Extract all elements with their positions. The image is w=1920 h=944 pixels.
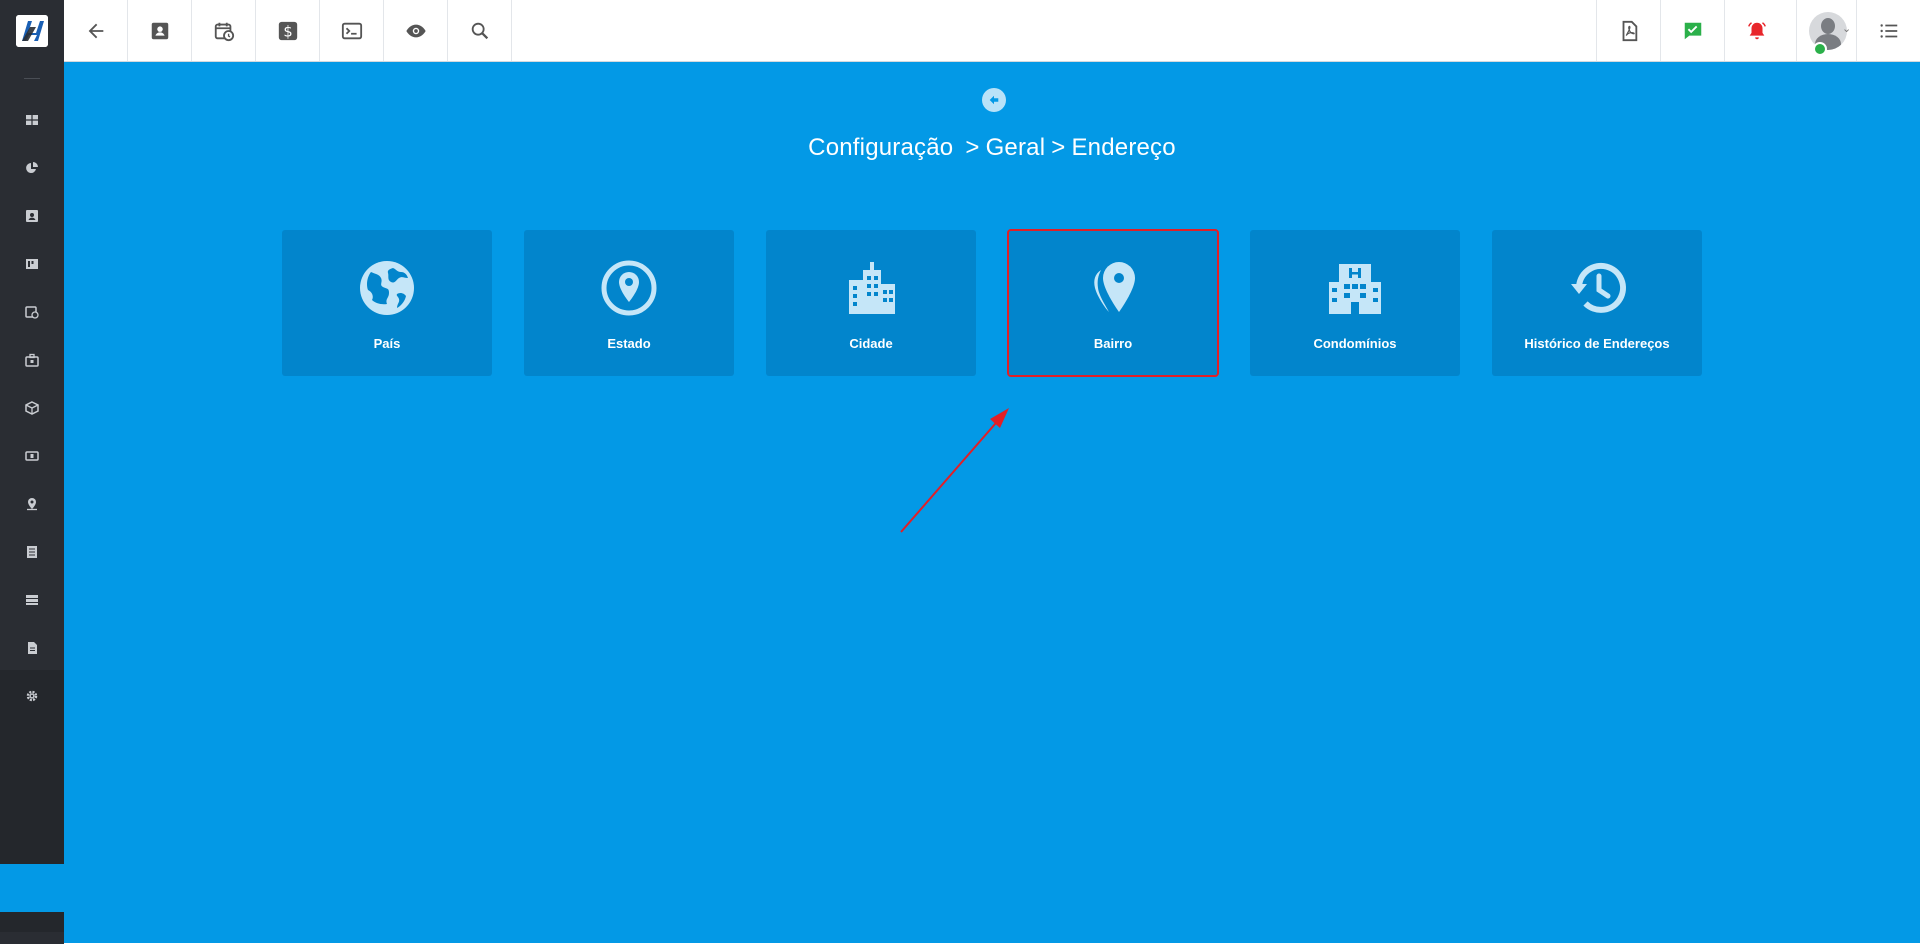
arrow-left-icon (989, 95, 999, 105)
search-icon (471, 22, 488, 39)
top-toolbar: $ ⌄ (0, 0, 1920, 62)
view-button[interactable] (384, 0, 448, 61)
map-pin-icon (27, 498, 37, 511)
sidebar-item-contacts[interactable] (0, 192, 64, 240)
app-logo-icon (16, 15, 48, 47)
sidebar-item-reports[interactable] (0, 144, 64, 192)
money-icon (25, 451, 39, 461)
chat-check-icon (1684, 22, 1701, 39)
breadcrumb-separator: > (1051, 134, 1066, 161)
grid-icon (26, 115, 38, 125)
back-button[interactable] (64, 0, 128, 61)
map-pin-icon (1094, 262, 1135, 312)
sidebar-item-business[interactable] (0, 336, 64, 384)
back-circle-button[interactable] (982, 88, 1006, 112)
breadcrumb-geral[interactable]: Geral (986, 134, 1046, 161)
sidebar-item-board[interactable] (0, 240, 64, 288)
back-arrow-icon (88, 23, 103, 38)
search-button[interactable] (448, 0, 512, 61)
card-label: Estado (607, 336, 651, 351)
finance-button[interactable]: $ (256, 0, 320, 61)
bell-alert-icon (1747, 21, 1766, 39)
briefcase-icon (25, 353, 39, 367)
online-status-dot (1813, 42, 1827, 56)
history-icon (1571, 262, 1626, 313)
contacts-button[interactable] (128, 0, 192, 61)
location-circle-icon (601, 260, 657, 316)
card-bairro[interactable]: Bairro (1007, 229, 1219, 377)
hospital-building-icon (1329, 264, 1381, 314)
breadcrumb: Configuração > Geral > Endereço (64, 134, 1920, 162)
breadcrumb-endereco: Endereço (1071, 134, 1176, 161)
sidebar (0, 62, 64, 944)
document-list-icon (27, 546, 37, 558)
terminal-button[interactable] (320, 0, 384, 61)
sidebar-item-schedule[interactable] (0, 288, 64, 336)
schedule-button[interactable] (192, 0, 256, 61)
contact-card-icon (151, 22, 168, 39)
city-icon (849, 262, 895, 314)
pie-chart-icon (26, 162, 38, 173)
dollar-icon: $ (278, 21, 297, 40)
sidebar-item-documents[interactable] (0, 528, 64, 576)
chevron-down-icon: ⌄ (1842, 23, 1852, 35)
sidebar-item-files[interactable] (0, 624, 64, 672)
svg-text:$: $ (283, 23, 292, 40)
sidebar-item-locations[interactable] (0, 480, 64, 528)
card-historico-enderecos[interactable]: Histórico de Endereços (1492, 230, 1702, 376)
card-label: Cidade (849, 336, 893, 351)
calendar-clock-icon (214, 22, 234, 41)
breadcrumb-configuracao[interactable]: Configuração (808, 134, 953, 161)
card-label: Histórico de Endereços (1524, 336, 1670, 351)
eye-icon (405, 24, 426, 37)
terminal-icon (341, 22, 362, 39)
sidebar-item-dashboard[interactable] (0, 96, 64, 144)
sidebar-item-finance[interactable] (0, 432, 64, 480)
pdf-button[interactable] (1596, 0, 1660, 61)
card-label: Condomínios (1313, 336, 1397, 351)
list-menu-icon (1879, 23, 1897, 38)
sidebar-item-servers[interactable] (0, 576, 64, 624)
menu-button[interactable] (1856, 0, 1920, 61)
card-pais[interactable]: País (282, 230, 492, 376)
card-cidade[interactable]: Cidade (766, 230, 976, 376)
main-content: Configuração > Geral > Endereço País Estado (64, 62, 1920, 944)
app-logo[interactable] (0, 0, 64, 62)
pdf-icon (1622, 20, 1637, 41)
cube-icon (25, 401, 39, 415)
sidebar-item-products[interactable] (0, 384, 64, 432)
messages-button[interactable] (1660, 0, 1724, 61)
card-label: País (373, 336, 401, 351)
gear-icon (26, 690, 38, 702)
kanban-icon (26, 259, 38, 269)
contact-card-icon (26, 210, 38, 222)
breadcrumb-separator: > (965, 134, 980, 161)
sidebar-active-indicator (0, 864, 64, 912)
file-icon (28, 642, 37, 654)
card-label: Bairro (1093, 336, 1133, 351)
globe-icon (360, 261, 414, 315)
card-condominios[interactable]: Condomínios (1250, 230, 1460, 376)
sidebar-divider (24, 78, 40, 79)
calendar-clock-icon (25, 306, 39, 319)
card-estado[interactable]: Estado (524, 230, 734, 376)
notifications-button[interactable] (1724, 0, 1788, 61)
annotation-arrow (900, 408, 1009, 533)
server-icon (26, 595, 38, 605)
sidebar-item-settings[interactable] (0, 672, 64, 720)
